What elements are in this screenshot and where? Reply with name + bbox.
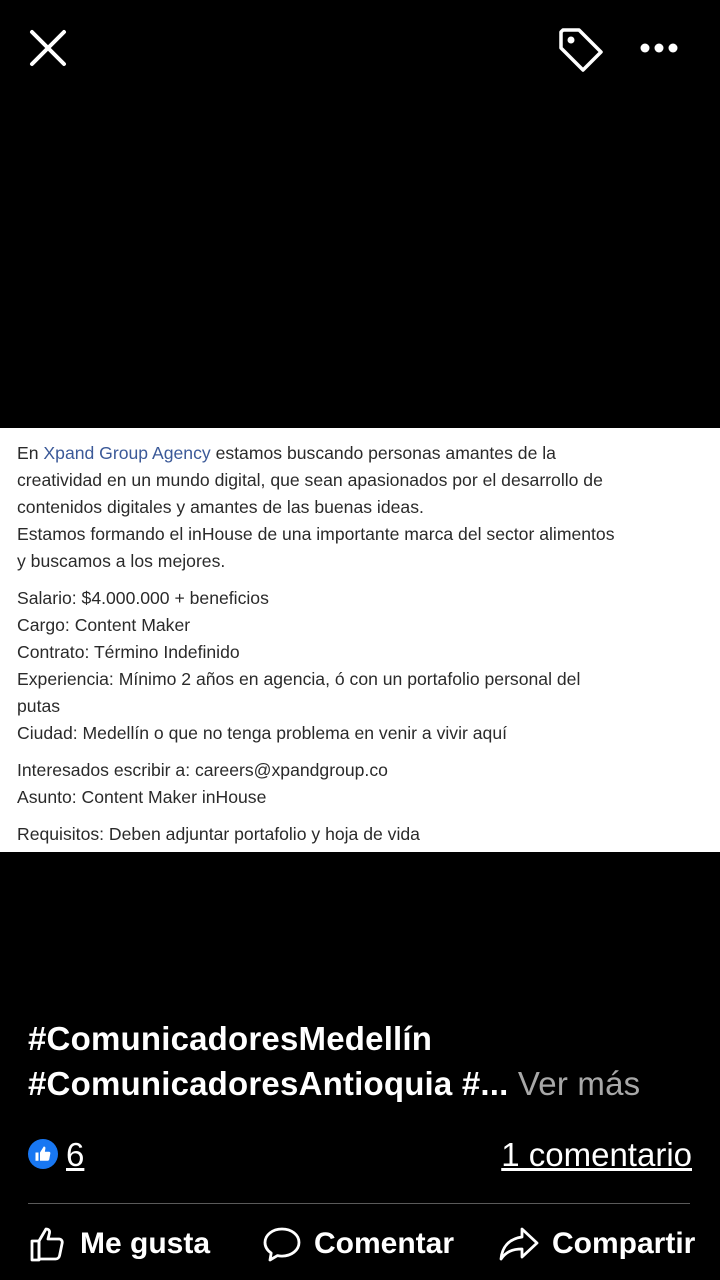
photo-intro-line: En Xpand Group Agency estamos buscando p… [17,440,706,467]
subject-line: Asunto: Content Maker inHouse [17,787,267,807]
share-icon [499,1227,539,1261]
intro-prefix: En [17,443,44,463]
close-icon[interactable] [24,24,72,72]
comment-icon [263,1227,301,1262]
photo-line: Estamos formando el inHouse de una impor… [17,524,615,544]
caption-hashtag-line[interactable]: #ComunicadoresMedellín [28,1016,708,1061]
company-link: Xpand Group Agency [43,443,211,463]
contract-line: Contrato: Término Indefinido [17,642,240,662]
comment-label: Comentar [314,1227,455,1260]
post-photo[interactable]: En Xpand Group Agency estamos buscando p… [0,428,720,852]
divider [28,1203,690,1204]
thumbs-up-icon [30,1227,64,1262]
share-label: Compartir [552,1227,696,1260]
comment-button[interactable]: Comentar [262,1216,454,1272]
salary-line: Salario: $4.000.000 + beneficios [17,588,269,608]
intro-rest: estamos buscando personas amantes de la [210,443,556,463]
photo-line: contenidos digitales y amantes de las bu… [17,497,424,517]
like-button[interactable]: Me gusta [28,1216,210,1272]
experience-line-cont: putas [17,696,61,716]
post-caption: #ComunicadoresMedellín #ComunicadoresAnt… [28,1016,708,1106]
see-more-link[interactable]: Ver más [518,1065,640,1102]
like-label: Me gusta [80,1227,211,1260]
comment-count-link[interactable]: 1 comentario [501,1134,692,1176]
photo-line: y buscamos a los mejores. [17,551,226,571]
requirements-line: Requisitos: Deben adjuntar portafolio y … [17,824,420,844]
reactions-bar: 6 1 comentario [28,1134,692,1176]
action-bar: Me gusta Comentar Compartir [0,1216,720,1272]
tag-icon[interactable] [552,22,610,76]
contact-line: Interesados escribir a: careers@xpandgro… [17,760,388,780]
share-button[interactable]: Compartir [498,1216,695,1272]
city-line: Ciudad: Medellín o que no tenga problema… [17,723,507,743]
caption-hashtag-line[interactable]: #ComunicadoresAntioquia #... [28,1065,509,1102]
photo-line: creatividad en un mundo digital, que sea… [17,470,603,490]
like-reaction-icon [28,1139,58,1169]
experience-line: Experiencia: Mínimo 2 años en agencia, ó… [17,669,581,689]
position-line: Cargo: Content Maker [17,615,191,635]
reaction-count[interactable]: 6 [66,1134,84,1176]
more-horizontal-icon[interactable] [634,26,684,70]
